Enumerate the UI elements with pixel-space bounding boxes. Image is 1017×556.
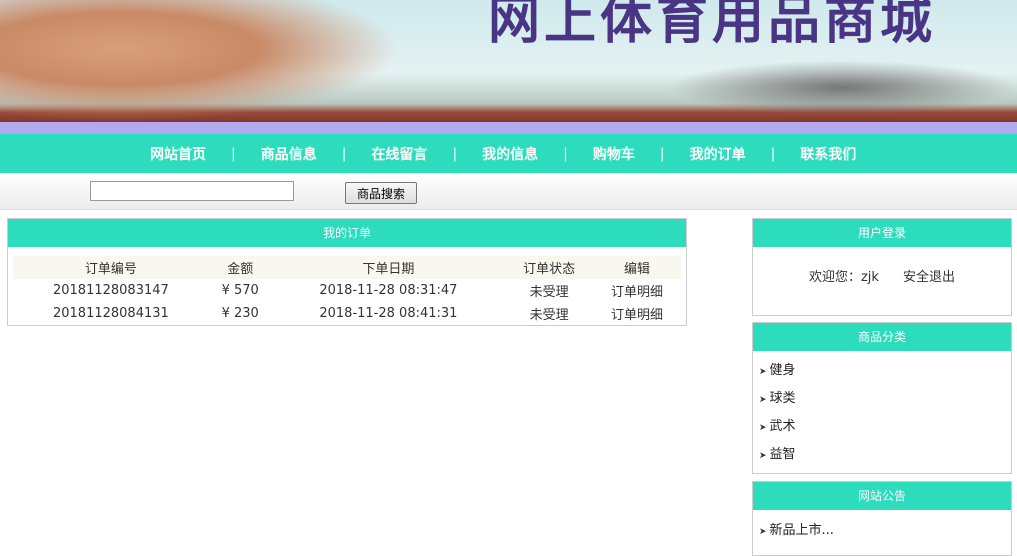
category-label: 益智 bbox=[769, 447, 796, 462]
notice-label: 新品上市... bbox=[769, 523, 834, 538]
notice-panel: 网站公告 ➤ 新品上市... bbox=[752, 481, 1012, 556]
column-header: 下单日期 bbox=[271, 256, 506, 279]
nav-products[interactable]: 商品信息 bbox=[261, 144, 317, 164]
order-detail-link[interactable]: 订单明细 bbox=[593, 279, 681, 302]
category-label: 健身 bbox=[769, 363, 796, 378]
order-amount: ¥ 570 bbox=[221, 283, 259, 298]
notice-item[interactable]: ➤ 新品上市... bbox=[753, 517, 1011, 545]
runners-image bbox=[0, 0, 400, 122]
nav-cart[interactable]: 购物车 bbox=[593, 144, 635, 164]
nav-messages[interactable]: 在线留言 bbox=[371, 144, 427, 164]
nav-my-info[interactable]: 我的信息 bbox=[482, 144, 538, 164]
category-item[interactable]: ➤ 健身 bbox=[753, 357, 1011, 385]
arrow-icon: ➤ bbox=[759, 367, 767, 377]
column-header: 订单编号 bbox=[13, 256, 209, 279]
nav-contact[interactable]: 联系我们 bbox=[800, 144, 856, 164]
order-id: 20181128083147 bbox=[52, 283, 169, 298]
category-item[interactable]: ➤ 益智 bbox=[753, 441, 1011, 469]
search-input[interactable] bbox=[90, 181, 294, 201]
column-header: 金额 bbox=[208, 256, 272, 279]
logout-link[interactable]: 安全退出 bbox=[903, 270, 955, 285]
banner-stripe bbox=[0, 122, 1017, 134]
nav-my-orders[interactable]: 我的订单 bbox=[690, 144, 746, 164]
order-id: 20181128084131 bbox=[52, 306, 169, 321]
search-button[interactable]: 商品搜索 bbox=[345, 182, 417, 204]
order-status: 未受理 bbox=[529, 285, 569, 300]
arrow-icon: ➤ bbox=[759, 527, 767, 537]
arrow-icon: ➤ bbox=[759, 451, 767, 461]
banner: 网上体育用品商城 bbox=[0, 0, 1017, 122]
category-item[interactable]: ➤ 武术 bbox=[753, 413, 1011, 441]
category-item[interactable]: ➤ 球类 bbox=[753, 385, 1011, 413]
order-amount: ¥ 230 bbox=[221, 306, 259, 321]
order-date: 2018-11-28 08:31:47 bbox=[319, 283, 458, 298]
nav-separator: | bbox=[659, 145, 665, 162]
order-status: 未受理 bbox=[529, 308, 569, 323]
column-header: 订单状态 bbox=[505, 256, 594, 279]
categories-panel-title: 商品分类 bbox=[753, 323, 1011, 351]
category-label: 武术 bbox=[769, 419, 796, 434]
category-label: 球类 bbox=[769, 391, 796, 406]
site-title: 网上体育用品商城 bbox=[488, 0, 937, 51]
arrow-icon: ➤ bbox=[759, 395, 767, 405]
nav-separator: | bbox=[231, 145, 236, 162]
orders-panel: 我的订单 订单编号 金额 下单日期 订单状态 编辑 20181128083147… bbox=[7, 218, 687, 326]
nav-separator: | bbox=[452, 145, 458, 162]
nav-home[interactable]: 网站首页 bbox=[150, 144, 206, 164]
table-row: 20181128083147 ¥ 570 2018-11-28 08:31:47… bbox=[13, 279, 681, 302]
nav-separator: | bbox=[770, 145, 776, 162]
welcome-text: 欢迎您：zjk bbox=[808, 270, 879, 285]
table-row: 20181128084131 ¥ 230 2018-11-28 08:41:31… bbox=[13, 302, 681, 325]
login-panel-title: 用户登录 bbox=[753, 219, 1011, 247]
order-detail-link[interactable]: 订单明细 bbox=[593, 302, 681, 325]
orders-panel-title: 我的订单 bbox=[8, 219, 686, 247]
banner-background-blur bbox=[667, 60, 1017, 115]
notice-panel-title: 网站公告 bbox=[753, 482, 1011, 510]
search-bar: 商品搜索 bbox=[0, 173, 1017, 210]
main-nav: 网站首页 | 商品信息 | 在线留言 | 我的信息 | 购物车 | 我的订单 | 联系我们 bbox=[0, 134, 1017, 173]
order-date: 2018-11-28 08:41:31 bbox=[319, 306, 458, 321]
nav-separator: | bbox=[563, 145, 568, 162]
categories-panel: 商品分类 ➤ 健身 ➤ 球类 ➤ 武术 ➤ 益智 bbox=[752, 322, 1012, 474]
orders-table: 订单编号 金额 下单日期 订单状态 编辑 20181128083147 ¥ 57… bbox=[13, 256, 681, 325]
column-header: 编辑 bbox=[593, 256, 681, 279]
nav-separator: | bbox=[341, 145, 347, 162]
arrow-icon: ➤ bbox=[759, 423, 767, 433]
login-panel: 用户登录 欢迎您：zjk 安全退出 bbox=[752, 218, 1012, 316]
